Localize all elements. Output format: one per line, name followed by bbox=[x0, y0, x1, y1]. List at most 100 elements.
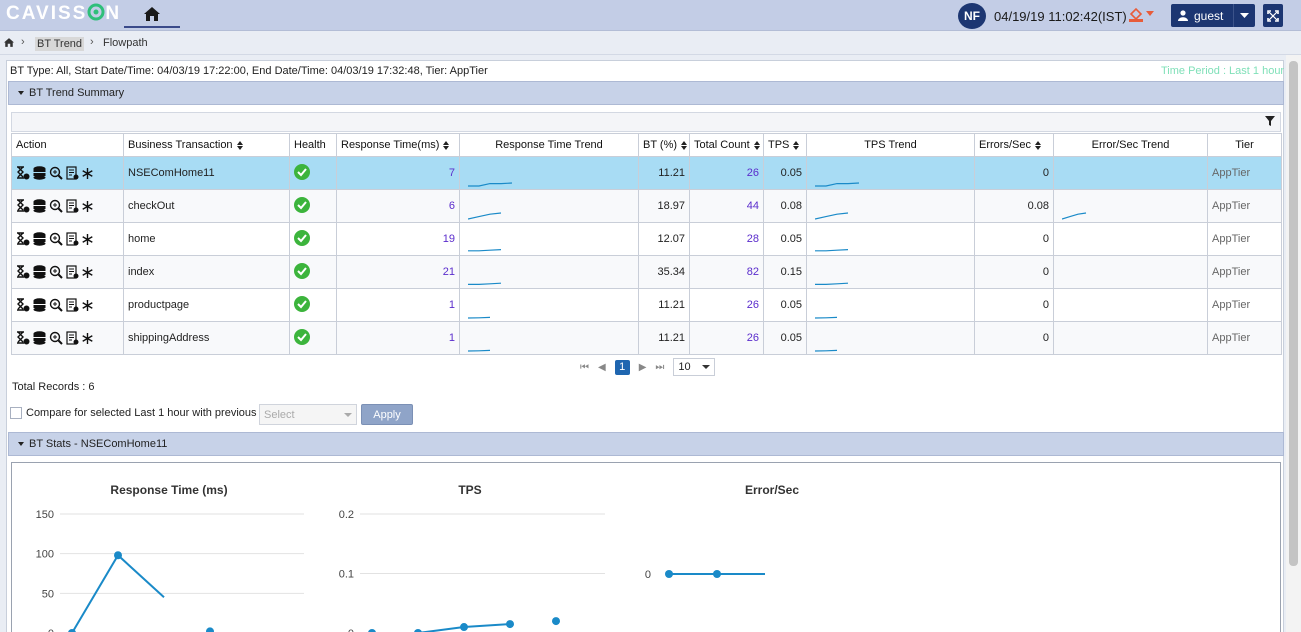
bt-stats-header[interactable]: BT Stats - NSEComHome11 bbox=[8, 432, 1284, 456]
breadcrumb-bt-trend[interactable]: BT Trend bbox=[35, 37, 85, 51]
total-count-value[interactable]: 82 bbox=[689, 255, 764, 289]
home-button[interactable] bbox=[124, 2, 180, 28]
table-row[interactable]: productpage 1 11.21 26 0.05 0 AppTier bbox=[11, 288, 1282, 322]
col-header-bt-percent[interactable]: BT (%) bbox=[638, 133, 690, 157]
col-header-response-time[interactable]: Response Time(ms) bbox=[336, 133, 460, 157]
action-cell bbox=[11, 321, 124, 355]
database-icon[interactable] bbox=[33, 265, 46, 279]
compare-select-placeholder: Select bbox=[264, 409, 295, 421]
action-cell bbox=[11, 222, 124, 256]
col-header-business-transaction[interactable]: Business Transaction bbox=[123, 133, 290, 157]
error-sec-sparkline bbox=[1062, 303, 1202, 319]
snowflake-icon[interactable] bbox=[82, 233, 93, 245]
database-icon[interactable] bbox=[33, 199, 46, 213]
scrollbar-thumb[interactable] bbox=[1289, 61, 1298, 566]
breadcrumb-home-icon[interactable] bbox=[4, 38, 14, 47]
tps-trend bbox=[806, 321, 975, 355]
report-icon[interactable] bbox=[66, 331, 79, 345]
database-icon[interactable] bbox=[33, 166, 46, 180]
response-time-value[interactable]: 1 bbox=[336, 288, 460, 322]
apply-button[interactable]: Apply bbox=[361, 404, 413, 425]
report-icon[interactable] bbox=[66, 199, 79, 213]
database-icon[interactable] bbox=[33, 232, 46, 246]
user-menu-button[interactable]: guest bbox=[1171, 4, 1255, 27]
table-row[interactable]: checkOut 6 18.97 44 0.08 0.08 AppTier bbox=[11, 189, 1282, 223]
total-count-value[interactable]: 26 bbox=[689, 321, 764, 355]
next-page-icon[interactable]: ▶ bbox=[639, 362, 647, 373]
hourglass-clock-icon[interactable] bbox=[16, 232, 30, 246]
health-ok-icon bbox=[294, 196, 310, 213]
magnifier-search-icon[interactable] bbox=[49, 331, 63, 345]
sort-icon bbox=[1034, 140, 1041, 150]
report-icon[interactable] bbox=[66, 265, 79, 279]
table-row[interactable]: home 19 12.07 28 0.05 0 AppTier bbox=[11, 222, 1282, 256]
magnifier-search-icon[interactable] bbox=[49, 232, 63, 246]
fullscreen-button[interactable] bbox=[1263, 4, 1283, 27]
hourglass-clock-icon[interactable] bbox=[16, 265, 30, 279]
page-scrollbar[interactable] bbox=[1286, 55, 1301, 632]
magnifier-search-icon[interactable] bbox=[49, 199, 63, 213]
table-row[interactable]: index 21 35.34 82 0.15 0 AppTier bbox=[11, 255, 1282, 289]
report-icon[interactable] bbox=[66, 166, 79, 180]
hourglass-clock-icon[interactable] bbox=[16, 199, 30, 213]
compare-select[interactable]: Select bbox=[259, 404, 357, 425]
error-sec-trend bbox=[1053, 156, 1208, 190]
database-icon[interactable] bbox=[33, 331, 46, 345]
series-line bbox=[372, 623, 511, 632]
filter-icon[interactable] bbox=[1265, 116, 1275, 126]
report-icon[interactable] bbox=[66, 298, 79, 312]
magnifier-search-icon[interactable] bbox=[49, 166, 63, 180]
tier-value: AppTier bbox=[1207, 255, 1282, 289]
col-header-label: Errors/Sec bbox=[979, 139, 1031, 151]
snowflake-icon[interactable] bbox=[82, 200, 93, 212]
response-time-value[interactable]: 1 bbox=[336, 321, 460, 355]
hourglass-clock-icon[interactable] bbox=[16, 331, 30, 345]
response-time-trend bbox=[459, 156, 639, 190]
last-page-icon[interactable]: ⏭ bbox=[655, 362, 664, 373]
rows-per-page-select[interactable]: 10 bbox=[673, 358, 716, 376]
collapse-triangle-icon bbox=[18, 91, 24, 95]
health-ok-icon bbox=[294, 295, 310, 312]
user-dropdown-toggle[interactable] bbox=[1233, 4, 1255, 27]
snowflake-icon[interactable] bbox=[82, 167, 93, 179]
magnifier-search-icon[interactable] bbox=[49, 298, 63, 312]
report-icon[interactable] bbox=[66, 232, 79, 246]
sparkline-path bbox=[468, 316, 491, 319]
current-page[interactable]: 1 bbox=[614, 359, 630, 375]
bt-stats-charts: Response Time (ms) 0 50 100 150 TPS 0 0.1 0.2 Err… bbox=[11, 462, 1281, 632]
table-row[interactable]: shippingAddress 1 11.21 26 0.05 0 AppTie… bbox=[11, 321, 1282, 355]
col-header-tps[interactable]: TPS bbox=[763, 133, 807, 157]
user-avatar[interactable]: NF bbox=[958, 3, 986, 29]
sparkline-path bbox=[468, 349, 491, 352]
bt-trend-summary-header[interactable]: BT Trend Summary bbox=[8, 81, 1284, 105]
caret-down-icon bbox=[1146, 11, 1154, 16]
snowflake-icon[interactable] bbox=[82, 299, 93, 311]
time-period: Time Period : Last 1 hour bbox=[1161, 65, 1285, 77]
response-time-sparkline bbox=[468, 182, 513, 187]
response-time-value[interactable]: 6 bbox=[336, 189, 460, 223]
health-ok-icon bbox=[294, 328, 310, 345]
total-count-value[interactable]: 44 bbox=[689, 189, 764, 223]
magnifier-search-icon[interactable] bbox=[49, 265, 63, 279]
snowflake-icon[interactable] bbox=[82, 332, 93, 344]
prev-page-icon[interactable]: ◀ bbox=[598, 362, 606, 373]
col-header-errors-sec[interactable]: Errors/Sec bbox=[974, 133, 1054, 157]
hourglass-clock-icon[interactable] bbox=[16, 298, 30, 312]
database-icon[interactable] bbox=[33, 298, 46, 312]
response-time-value[interactable]: 19 bbox=[336, 222, 460, 256]
total-count-value[interactable]: 26 bbox=[689, 156, 764, 190]
sort-icon bbox=[793, 140, 800, 150]
table-row[interactable]: NSEComHome11 7 11.21 26 0.05 0 AppTier bbox=[11, 156, 1282, 190]
hourglass-clock-icon[interactable] bbox=[16, 166, 30, 180]
health-ok-icon bbox=[294, 229, 310, 246]
response-time-value[interactable]: 21 bbox=[336, 255, 460, 289]
first-page-icon[interactable]: ⏮ bbox=[580, 362, 589, 373]
total-count-value[interactable]: 26 bbox=[689, 288, 764, 322]
theme-button[interactable] bbox=[1128, 6, 1154, 22]
compare-checkbox[interactable] bbox=[10, 407, 22, 419]
col-header-label: BT (%) bbox=[643, 139, 678, 151]
snowflake-icon[interactable] bbox=[82, 266, 93, 278]
col-header-total-count[interactable]: Total Count bbox=[689, 133, 764, 157]
response-time-value[interactable]: 7 bbox=[336, 156, 460, 190]
total-count-value[interactable]: 28 bbox=[689, 222, 764, 256]
